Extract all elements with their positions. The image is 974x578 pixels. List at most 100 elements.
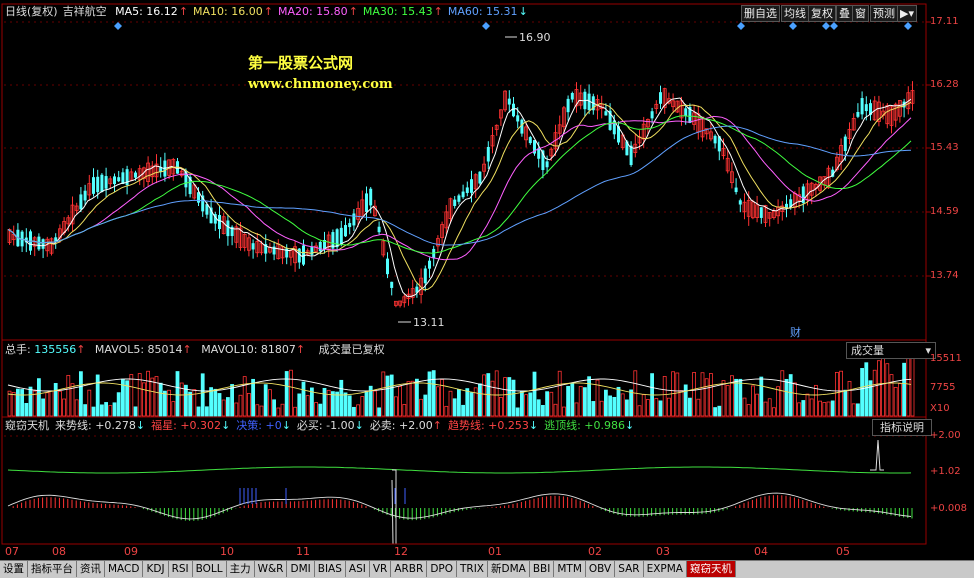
volume-bar: [15, 388, 20, 417]
tab-boll[interactable]: BOLL: [193, 561, 227, 577]
tab-dmi[interactable]: DMI: [287, 561, 315, 577]
candle-body: [604, 111, 608, 116]
volume-bar: [835, 371, 839, 417]
tab-bias[interactable]: BIAS: [315, 561, 346, 577]
indicator-value: 趋势线: +0.253: [447, 419, 529, 432]
indicator-axis-label: +1.02: [930, 466, 961, 477]
volume-bar: [267, 389, 272, 417]
month-label: 04: [754, 545, 768, 558]
volume-bar: [641, 394, 646, 417]
tab-trix[interactable]: TRIX: [457, 561, 488, 577]
finance-marker[interactable]: 财: [790, 326, 801, 340]
month-label: 02: [588, 545, 602, 558]
tab-expma[interactable]: EXPMA: [644, 561, 687, 577]
tab-bbi[interactable]: BBI: [530, 561, 555, 577]
tab-arbr[interactable]: ARBR: [391, 561, 428, 577]
adjust-button[interactable]: 复权: [808, 5, 836, 22]
tab-sar[interactable]: SAR: [615, 561, 644, 577]
volume-bar: [259, 405, 264, 417]
tab-vr[interactable]: VR: [370, 561, 392, 577]
volume-indicator-select[interactable]: 成交量 ▾: [846, 342, 936, 359]
high-price-mark: 16.90: [519, 31, 551, 44]
volume-bar: [24, 403, 29, 417]
volume-bar: [784, 378, 789, 417]
volume-bar: [196, 406, 201, 417]
volume-bar: [238, 394, 243, 417]
volume-bar: [461, 404, 466, 417]
volume-bar: [574, 402, 579, 417]
indicator-panel-frame: [1, 416, 927, 545]
volume-bar: [780, 370, 785, 417]
forecast-button[interactable]: 预测: [870, 5, 898, 22]
volume-bar: [616, 386, 621, 417]
volume-header: 总手: 135556↑ MAVOL5: 85014↑ MAVOL10: 8180…: [5, 343, 385, 357]
window-button[interactable]: 窗: [852, 5, 869, 22]
volume-bar: [473, 387, 478, 417]
indicator-help-button[interactable]: 指标说明: [872, 419, 932, 436]
event-diamond-icon: [737, 22, 745, 30]
volume-bar: [116, 392, 121, 417]
tab-dpo[interactable]: DPO: [427, 561, 457, 577]
tab-obv[interactable]: OBV: [586, 561, 616, 577]
more-menu-icon[interactable]: ▶▾: [897, 5, 917, 22]
volume-bar: [587, 376, 591, 417]
tab-rsi[interactable]: RSI: [169, 561, 193, 577]
candle-body: [113, 176, 116, 185]
volume-bar: [763, 401, 768, 417]
tab-主力[interactable]: 主力: [227, 561, 255, 577]
remove-watchlist-button[interactable]: 删自选: [741, 5, 780, 22]
volume-bar: [284, 371, 289, 417]
tab-指标平台[interactable]: 指标平台: [28, 561, 77, 577]
month-label: 05: [836, 545, 850, 558]
volume-bar: [818, 400, 822, 417]
tab-窥窃天机[interactable]: 窥窃天机: [686, 561, 736, 577]
tab-mtm[interactable]: MTM: [554, 561, 586, 577]
volume-bar: [578, 386, 583, 417]
volume-bar: [469, 392, 474, 417]
volume-bar: [734, 378, 738, 417]
volume-bar: [372, 390, 377, 417]
tab-kdj[interactable]: KDJ: [143, 561, 169, 577]
price-header: 日线(复权) 吉祥航空 MA5: 16.12↑ MA10: 16.00↑ MA20: …: [5, 5, 538, 19]
volume-bar: [45, 392, 50, 417]
volume-bar: [683, 384, 688, 417]
down-arrow-icon: ↓: [528, 419, 539, 432]
indicator-value: 必买: -1.00: [296, 419, 355, 432]
tab-w&r[interactable]: W&R: [255, 561, 288, 577]
volume-bar: [688, 397, 692, 417]
price-axis-label: 16.28: [930, 79, 959, 90]
ma-value: MA60: 15.31: [447, 5, 518, 18]
indicator-header: 窥窃天机 来势线: +0.278↓ 福星: +0.302↓ 决策: +0↓ 必买: -1…: [5, 419, 640, 433]
volume-bar: [507, 377, 512, 417]
tab-资讯[interactable]: 资讯: [77, 561, 105, 577]
volume-indicator-value: 成交量: [851, 344, 884, 357]
month-label: 07: [5, 545, 19, 558]
event-diamond-icon: [830, 22, 838, 30]
volume-bar: [667, 397, 671, 417]
candle-body: [537, 148, 541, 159]
tab-设置[interactable]: 设置: [0, 561, 28, 577]
overlay-button[interactable]: 叠: [836, 5, 853, 22]
volume-bar: [646, 399, 650, 417]
volume-bar: [822, 402, 827, 417]
volume-bar: [566, 385, 570, 417]
up-arrow-icon: ↑: [433, 5, 443, 18]
volume-axis-label: X10: [930, 403, 950, 414]
average-line-button[interactable]: 均线: [781, 5, 809, 22]
volume-bar: [356, 404, 361, 417]
ma-value: MA30: 15.43: [362, 5, 433, 18]
volume-bar: [20, 389, 25, 417]
tab-asi[interactable]: ASI: [346, 561, 370, 577]
volume-bar: [776, 386, 780, 417]
up-arrow-icon: ↑: [295, 343, 306, 356]
volume-bar: [162, 390, 167, 417]
tab-macd[interactable]: MACD: [105, 561, 144, 577]
stock-chart-canvas[interactable]: [0, 0, 974, 577]
tab-新dma[interactable]: 新DMA: [488, 561, 530, 577]
volume-bar: [679, 390, 684, 417]
candle-body: [629, 145, 633, 166]
indicator-value: 福星: +0.302: [151, 419, 222, 432]
volume-bar: [385, 375, 390, 417]
candle-body: [457, 195, 461, 202]
volume-bar: [721, 380, 726, 417]
